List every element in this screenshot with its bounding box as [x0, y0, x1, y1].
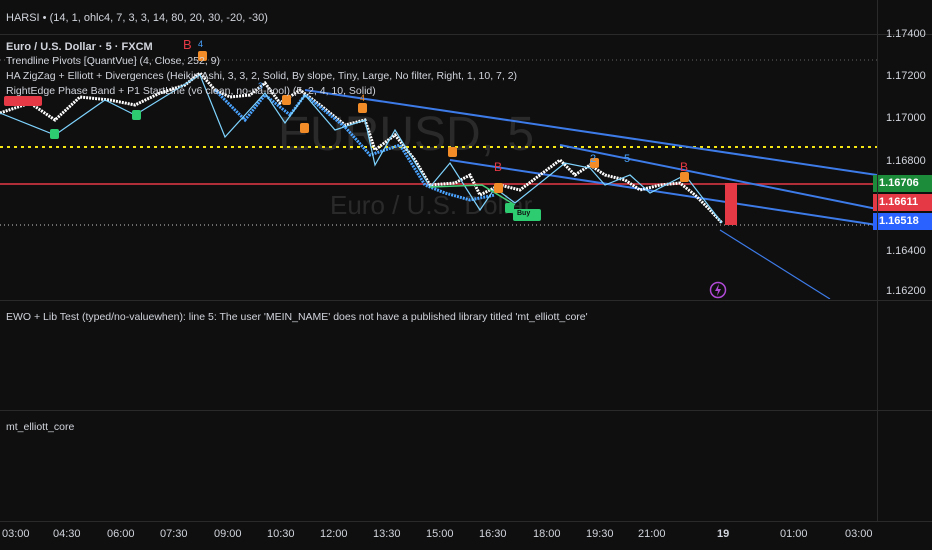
marker-2: 2	[590, 153, 597, 165]
time-tick-12: 19:30	[586, 528, 614, 540]
time-tick-7: 12:00	[320, 528, 348, 540]
marker-b-3: B	[680, 160, 689, 174]
price-badge-2: 1.16611	[873, 194, 932, 211]
price-tick-3: 1.17000	[886, 112, 926, 124]
left-red-label-box	[4, 96, 42, 106]
indicator-line-1[interactable]: Trendline Pivots [QuantVue] (4, Close, 2…	[6, 55, 220, 67]
marker-orange-6	[494, 183, 503, 193]
price-tick-4: 1.16800	[886, 155, 926, 167]
marker-green-2	[132, 110, 141, 120]
marker-5: 5	[624, 153, 631, 165]
marker-4-a: 4	[198, 39, 204, 49]
marker-green-1	[50, 129, 59, 139]
marker-b-2: B	[494, 160, 503, 174]
ewo-error-message[interactable]: EWO + Lib Test (typed/no-valuewhen): lin…	[6, 311, 588, 323]
marker-orange-3	[300, 123, 309, 133]
time-tick-13: 21:00	[638, 528, 666, 540]
ewo-pane[interactable]: EWO + Lib Test (typed/no-valuewhen): lin…	[0, 301, 877, 409]
price-badge-1: 1.16706	[873, 175, 932, 192]
indicator-line-3[interactable]: RightEdge Phase Band + P1 StartLine (v6 …	[6, 85, 376, 97]
indicator-line-2[interactable]: HA ZigZag + Elliott + Divergences (Heiki…	[6, 70, 517, 82]
lightning-icon[interactable]	[709, 281, 727, 299]
time-tick-9: 15:00	[426, 528, 454, 540]
trendline-4	[719, 229, 831, 299]
price-tick-2: 1.17200	[886, 70, 926, 82]
price-axis-divider	[877, 0, 878, 522]
lib-title[interactable]: mt_elliott_core	[6, 421, 74, 433]
price-tick-6: 1.16200	[886, 285, 926, 297]
price-tick-5: 1.16400	[886, 245, 926, 257]
time-tick-5: 09:00	[214, 528, 242, 540]
price-tick-1: 1.17400	[886, 28, 926, 40]
time-tick-16: 03:00	[845, 528, 873, 540]
time-tick-10: 16:30	[479, 528, 507, 540]
price-badge-3: 1.16518	[873, 213, 932, 230]
harsi-title[interactable]: HARSI • (14, 1, ohlc4, 7, 3, 3, 14, 80, …	[6, 12, 268, 24]
time-tick-15: 01:00	[780, 528, 808, 540]
main-chart-pane[interactable]: EURUSD, 5 Euro / U.S. Dollar B B B 4 3 4…	[0, 35, 877, 299]
marker-b-1: B	[183, 37, 192, 52]
time-tick-3: 06:00	[107, 528, 135, 540]
symbol-title[interactable]: Euro / U.S. Dollar · 5 · FXCM	[6, 41, 153, 53]
time-tick-8: 13:30	[373, 528, 401, 540]
buy-label: Buy	[517, 210, 531, 217]
time-tick-6: 10:30	[267, 528, 295, 540]
marker-green-3	[505, 203, 514, 213]
time-tick-2: 04:30	[53, 528, 81, 540]
time-tick-14: 19	[717, 528, 730, 540]
marker-orange-5	[448, 147, 457, 157]
phase-band-bar	[725, 183, 737, 225]
marker-orange-4	[358, 103, 367, 113]
time-tick-1: 03:00	[2, 528, 30, 540]
time-tick-4: 07:30	[160, 528, 188, 540]
harsi-pane[interactable]: HARSI • (14, 1, ohlc4, 7, 3, 3, 14, 80, …	[0, 0, 877, 34]
lib-pane[interactable]: mt_elliott_core	[0, 411, 877, 521]
time-tick-11: 18:00	[533, 528, 561, 540]
